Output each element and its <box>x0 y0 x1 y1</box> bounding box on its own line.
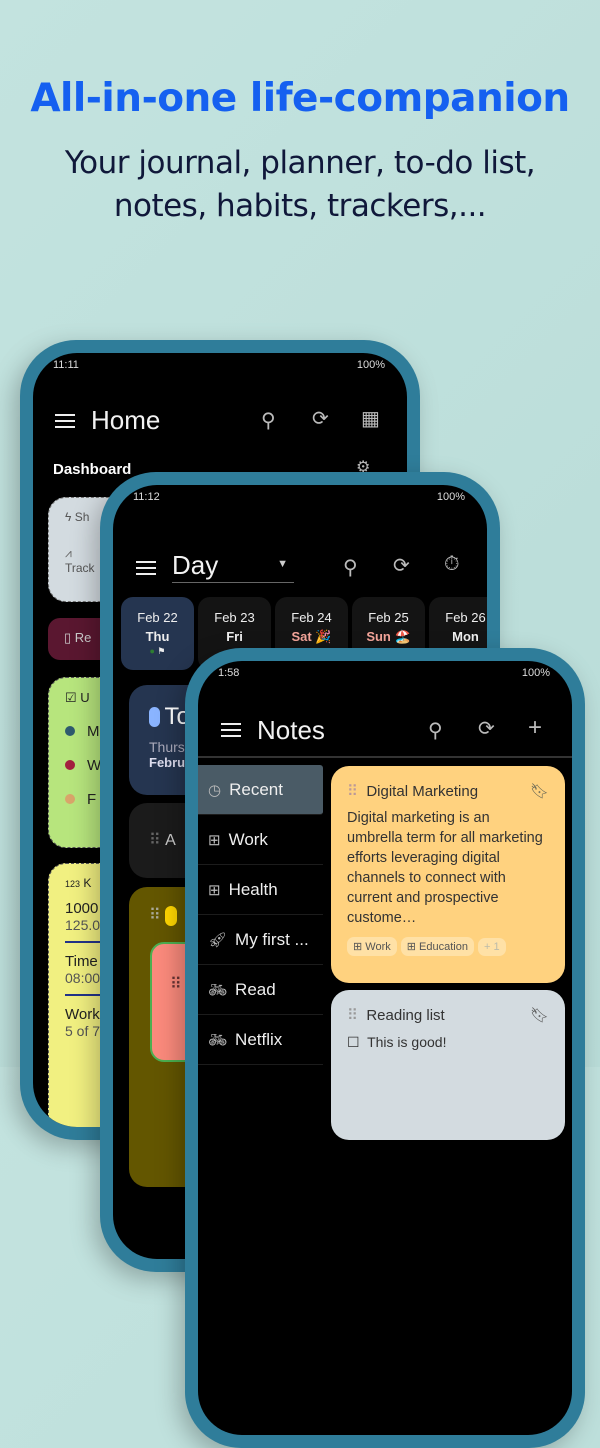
chip-day: Mon <box>452 629 479 644</box>
sidebar-label: Health <box>228 879 278 899</box>
sidebar-item[interactable]: ⊞ Health <box>198 865 323 915</box>
status-dot <box>65 794 75 804</box>
drag-handle-icon[interactable]: ⠿ <box>170 974 182 994</box>
sidebar-label: Read <box>235 979 276 999</box>
sync-icon[interactable]: ⟳ <box>393 553 410 578</box>
checkbox[interactable]: ☐ <box>347 1034 360 1050</box>
hero-title: All-in-one life-companion <box>30 76 570 121</box>
more-tags-chip[interactable]: + 1 <box>477 938 506 956</box>
card-title: Sh <box>74 510 90 524</box>
phone-icon: ▯ <box>64 630 72 645</box>
status-bar: 11:12 100% <box>133 491 465 503</box>
sidebar-item[interactable]: 🚲︎ Netflix <box>198 1015 323 1065</box>
drag-handle-icon[interactable]: ⠿ <box>347 1007 358 1024</box>
card-title: U <box>80 690 90 705</box>
add-icon[interactable]: + <box>528 714 542 742</box>
card-title: Re <box>74 630 92 645</box>
color-pill <box>165 905 178 926</box>
search-icon[interactable]: ⚲ <box>343 555 358 580</box>
bookmark-icon[interactable]: 🔖︎ <box>530 1006 549 1024</box>
status-battery: 100% <box>356 359 385 371</box>
note-card[interactable]: ⠿ Digital Marketing 🔖︎ Digital marketing … <box>331 766 565 983</box>
category-icon: ⊞ <box>208 881 221 899</box>
calendar-icon[interactable]: ▦ <box>361 406 380 431</box>
status-dot <box>65 726 75 736</box>
sync-icon[interactable]: ⟳ <box>312 406 329 431</box>
chip-day: Sun 🏖️ <box>366 629 411 644</box>
page-title: Home <box>91 405 161 435</box>
menu-icon[interactable] <box>136 561 156 575</box>
color-pill <box>149 707 160 727</box>
chip-day: Fri <box>226 629 243 644</box>
sidebar-item[interactable]: 🚲︎ Read <box>198 965 323 1015</box>
search-icon[interactable]: ⚲ <box>428 718 443 743</box>
numbers-icon: 123 <box>65 879 81 889</box>
rocket-icon: 🚀︎ <box>208 931 228 949</box>
status-bar: 1:58 100% <box>218 667 550 679</box>
status-bar: 11:11 100% <box>53 359 385 371</box>
search-icon[interactable]: ⚲ <box>261 408 276 433</box>
card-title: K <box>83 876 92 890</box>
dropdown-caret-icon: ▼ <box>277 558 288 570</box>
notes-screen: 1:58 100% Notes ⚲ ⟳ + ◷ Recent ⊞ Work ⊞ Health… <box>198 661 572 1435</box>
subtitle-line: Your journal, planner, to-do list, <box>64 145 536 181</box>
view-selector[interactable]: Day ▼ <box>172 550 294 583</box>
drag-handle-icon[interactable]: ⠿ <box>149 832 161 849</box>
view-title: Day <box>172 550 219 580</box>
sidebar-item[interactable]: 🚀︎ My first ... <box>198 915 323 965</box>
date-chip[interactable]: Feb 22 Thu ● ⚑ <box>121 597 194 670</box>
status-dot <box>65 760 75 770</box>
dashboard-label: Dashboard <box>53 461 132 478</box>
chip-date: Feb 22 <box>137 610 178 625</box>
status-time: 1:58 <box>218 667 240 679</box>
status-time: 11:12 <box>133 491 160 503</box>
chip-day: Thu <box>145 629 170 644</box>
category-icon: ⊞ <box>208 831 221 849</box>
sidebar-label: Netflix <box>235 1029 283 1049</box>
tag-label: Education <box>419 941 468 953</box>
chip-date: Feb 23 <box>214 610 255 625</box>
note-card[interactable]: ⠿ Reading list 🔖︎ ☐ This is good! <box>331 990 565 1140</box>
tag-label: Work <box>365 941 391 953</box>
bookmark-icon[interactable]: 🔖︎ <box>530 782 549 800</box>
task-icon: ☑ <box>65 690 77 705</box>
page-title: Notes <box>257 715 325 745</box>
status-battery: 100% <box>521 667 550 679</box>
chip-day: Sat 🎉 <box>291 629 332 644</box>
hero-subtitle: Your journal, planner, to-do list, notes… <box>0 142 600 228</box>
tag-chip[interactable]: ⊞ Work <box>347 937 397 956</box>
status-time: 11:11 <box>53 359 79 371</box>
note-title: Reading list <box>366 1007 445 1024</box>
drag-handle-icon[interactable]: ⠿ <box>149 907 161 924</box>
clock-icon: ◷ <box>208 781 222 799</box>
drag-handle-icon[interactable]: ⠿ <box>347 783 358 800</box>
status-indicators: ● ⚑ <box>149 646 166 656</box>
item-label: F <box>87 791 97 808</box>
note-title: Digital Marketing <box>366 783 479 800</box>
chip-date: Feb 25 <box>368 610 409 625</box>
sidebar-item[interactable]: ⊞ Work <box>198 815 323 865</box>
sync-icon[interactable]: ⟳ <box>478 716 495 741</box>
timer-icon[interactable]: ⏱ <box>444 553 460 576</box>
subtitle-line: notes, habits, trackers,... <box>113 188 487 224</box>
bike-icon: 🚲︎ <box>208 981 228 999</box>
phone-notes: 1:58 100% Notes ⚲ ⟳ + ◷ Recent ⊞ Work ⊞ Health… <box>185 648 585 1448</box>
item-label: M <box>87 723 100 740</box>
sidebar-label: Work <box>228 829 268 849</box>
status-battery: 100% <box>436 491 465 503</box>
chip-date: Feb 26 <box>445 610 486 625</box>
chip-date: Feb 24 <box>291 610 332 625</box>
sidebar-item[interactable]: ◷ Recent <box>198 765 323 815</box>
checklist-item: This is good! <box>367 1034 447 1050</box>
bike-icon: 🚲︎ <box>208 1031 228 1049</box>
note-body: Digital marketing is an umbrella term fo… <box>347 810 543 926</box>
tag-chip[interactable]: ⊞ Education <box>400 937 474 956</box>
item-title: A <box>165 832 176 849</box>
sidebar-label: My first ... <box>235 929 309 949</box>
divider <box>198 756 572 758</box>
sidebar-label: Recent <box>229 779 283 799</box>
menu-icon[interactable] <box>221 723 241 737</box>
bolt-icon: ϟ <box>65 510 72 524</box>
menu-icon[interactable] <box>55 414 75 428</box>
